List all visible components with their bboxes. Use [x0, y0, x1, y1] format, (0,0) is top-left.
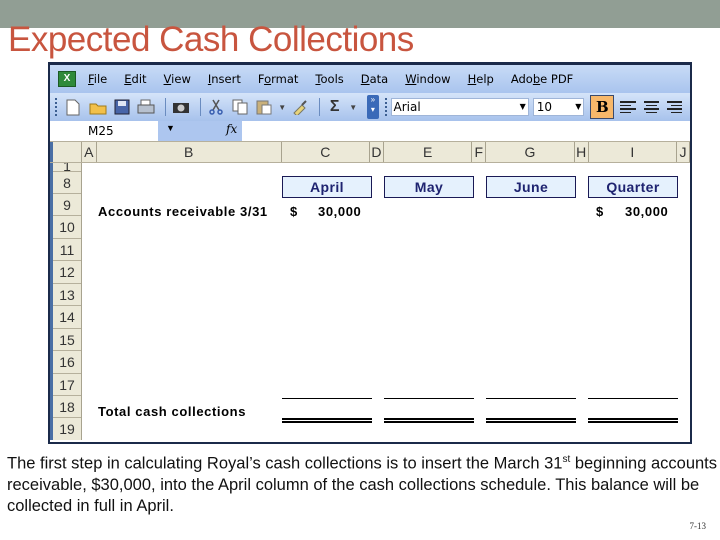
- column-header-g[interactable]: G: [486, 142, 575, 162]
- header-cell-june[interactable]: June: [486, 176, 576, 198]
- formatting-toolbar-grip[interactable]: [384, 98, 388, 116]
- chevron-down-icon: ▼: [575, 102, 582, 111]
- formula-input[interactable]: [242, 121, 690, 141]
- menu-adobe-pdf[interactable]: Adobe PDF: [511, 72, 573, 86]
- fx-icon[interactable]: fx: [226, 122, 237, 136]
- copy-icon[interactable]: [230, 97, 249, 117]
- row-header[interactable]: 18: [53, 396, 81, 418]
- menu-insert[interactable]: Insert: [208, 72, 241, 86]
- name-box-dropdown[interactable]: ▼ fx: [158, 121, 242, 141]
- menu-tools[interactable]: Tools: [315, 72, 343, 86]
- total-double-line-june: [486, 418, 576, 423]
- cell-total-cash-collections-label[interactable]: Total cash collections: [98, 404, 246, 419]
- column-header-f[interactable]: F: [472, 142, 487, 162]
- paste-icon[interactable]: [254, 97, 273, 117]
- row-header[interactable]: 16: [53, 351, 81, 374]
- autosum-dropdown-icon[interactable]: ▼: [349, 103, 357, 112]
- row-header[interactable]: 19: [53, 418, 81, 440]
- chevron-down-icon: ▼: [519, 102, 526, 111]
- cell-accounts-receivable-label[interactable]: Accounts receivable 3/31: [98, 204, 268, 219]
- row-header[interactable]: 1: [53, 163, 81, 172]
- align-left-icon[interactable]: [620, 101, 636, 113]
- row-header[interactable]: 17: [53, 374, 81, 396]
- menu-help[interactable]: Help: [468, 72, 494, 86]
- cut-icon[interactable]: [206, 97, 225, 117]
- row-headers: 1 8 9 10 11 12 13 14 15 16 17 18 19: [50, 163, 82, 440]
- subtotal-line-quarter: [588, 398, 678, 399]
- font-name-select[interactable]: Arial ▼: [390, 98, 529, 116]
- column-header-e[interactable]: E: [384, 142, 473, 162]
- row-header[interactable]: 15: [53, 329, 81, 351]
- column-headers: A B C D E F G H I J: [50, 141, 690, 163]
- menu-view[interactable]: View: [164, 72, 191, 86]
- menu-edit[interactable]: Edit: [124, 72, 146, 86]
- column-header-h[interactable]: H: [575, 142, 589, 162]
- total-double-line-may: [384, 418, 474, 423]
- cell-april-ar-value[interactable]: 30,000: [318, 204, 361, 219]
- format-painter-icon[interactable]: [290, 97, 309, 117]
- column-header-i[interactable]: I: [589, 142, 678, 162]
- row-header[interactable]: 9: [53, 194, 81, 216]
- column-header-d[interactable]: D: [370, 142, 384, 162]
- subtotal-line-june: [486, 398, 576, 399]
- standard-toolbar: ▼ Σ ▼ » ▾ Arial ▼ 10 ▼ B: [50, 93, 690, 121]
- cell-quarter-ar-value[interactable]: 30,000: [625, 204, 668, 219]
- align-right-icon[interactable]: [666, 101, 683, 113]
- save-icon[interactable]: [112, 97, 131, 117]
- column-header-c[interactable]: C: [282, 142, 370, 162]
- menu-format[interactable]: Format: [258, 72, 299, 86]
- font-size-select[interactable]: 10 ▼: [532, 98, 585, 116]
- formula-bar: M25 ▼ fx: [50, 121, 690, 141]
- total-double-line-quarter: [588, 418, 678, 423]
- row-header[interactable]: 11: [53, 239, 81, 261]
- chevron-down-icon: ▼: [166, 123, 175, 133]
- bold-button[interactable]: B: [590, 95, 615, 119]
- name-box[interactable]: M25: [50, 121, 158, 141]
- slide-title: Expected Cash Collections: [8, 20, 414, 59]
- autosum-icon[interactable]: Σ: [325, 97, 344, 117]
- header-cell-quarter[interactable]: Quarter: [588, 176, 678, 198]
- row-header[interactable]: 13: [53, 284, 81, 306]
- camera-icon[interactable]: [171, 97, 190, 117]
- toolbar-separator: [319, 98, 321, 116]
- column-header-a[interactable]: A: [82, 142, 97, 162]
- menu-bar: X File Edit View Insert Format Tools Dat…: [50, 65, 690, 93]
- toolbar-options-chevron[interactable]: » ▾: [367, 95, 379, 119]
- excel-app-icon[interactable]: X: [58, 71, 76, 87]
- row-header[interactable]: 12: [53, 261, 81, 284]
- menu-window[interactable]: Window: [405, 72, 450, 86]
- total-double-line-april: [282, 418, 372, 423]
- header-cell-may[interactable]: May: [384, 176, 474, 198]
- subtotal-line-april: [282, 398, 372, 399]
- toolbar-separator: [200, 98, 202, 116]
- select-all-corner[interactable]: [50, 142, 82, 162]
- slide-caption: The first step in calculating Royal’s ca…: [7, 454, 718, 515]
- toolbar-grip[interactable]: [55, 98, 58, 116]
- slide-page-number: 7-13: [689, 521, 707, 531]
- align-center-icon[interactable]: [643, 101, 659, 113]
- print-icon[interactable]: [136, 97, 155, 117]
- excel-window: X File Edit View Insert Format Tools Dat…: [48, 62, 692, 444]
- subtotal-line-may: [384, 398, 474, 399]
- menu-file[interactable]: File: [88, 72, 107, 86]
- open-folder-icon[interactable]: [88, 97, 107, 117]
- menu-data[interactable]: Data: [361, 72, 388, 86]
- new-document-icon[interactable]: [64, 97, 83, 117]
- cell-quarter-currency[interactable]: $: [596, 204, 604, 219]
- toolbar-separator: [165, 98, 167, 116]
- row-header[interactable]: 8: [53, 172, 81, 194]
- row-header[interactable]: 14: [53, 306, 81, 329]
- column-header-b[interactable]: B: [97, 142, 282, 162]
- header-cell-april[interactable]: April: [282, 176, 372, 198]
- paste-dropdown-icon[interactable]: ▼: [278, 103, 286, 112]
- column-header-j[interactable]: J: [677, 142, 690, 162]
- cell-april-currency[interactable]: $: [290, 204, 298, 219]
- row-header[interactable]: 10: [53, 216, 81, 239]
